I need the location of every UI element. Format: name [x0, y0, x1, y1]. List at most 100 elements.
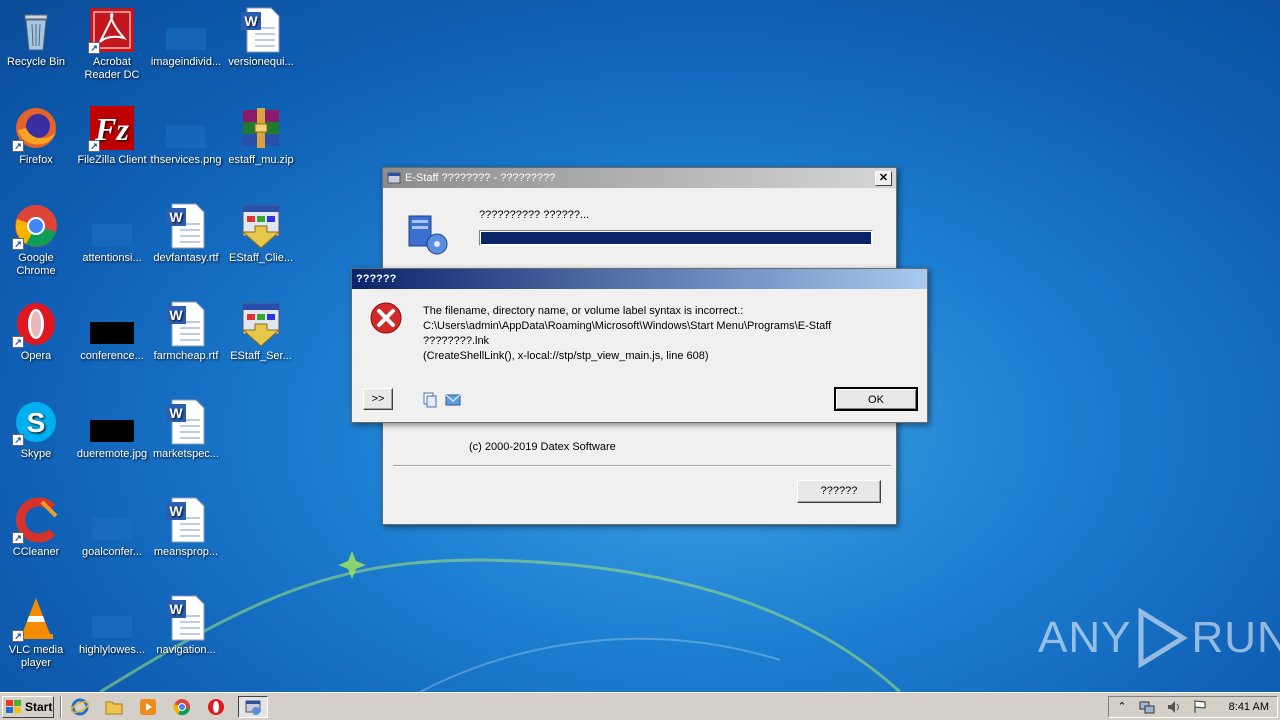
image-file-icon [88, 202, 136, 250]
desktop-icon-ccleaner[interactable]: ↗ CCleaner [0, 496, 74, 559]
anyrun-watermark: ANY RUN [1038, 608, 1280, 668]
network-icon[interactable] [1139, 700, 1155, 714]
installer-titlebar[interactable]: E-Staff ???????? - ????????? ✕ [383, 168, 896, 188]
error-message: The filename, directory name, or volume … [423, 304, 831, 364]
filezilla-icon: Fz ↗ [88, 104, 136, 152]
quicklaunch-ie[interactable] [68, 696, 92, 718]
internet-explorer-icon [71, 698, 89, 715]
taskbar-estaff-installer[interactable] [238, 695, 268, 718]
error-message-line: ????????.lnk [423, 335, 490, 347]
desktop-icon-skype[interactable]: S ↗ Skype [0, 398, 74, 461]
taskbar: Start ⌃ 8:41 AM [0, 692, 1280, 720]
system-tray: ⌃ 8:41 AM [1108, 695, 1278, 718]
vlc-icon: ↗ [12, 594, 60, 642]
desktop-icon-farmcheap[interactable]: W farmcheap.rtf [148, 300, 224, 363]
word-document-icon: W [162, 594, 210, 642]
image-file-icon [162, 6, 210, 54]
word-document-icon: W [162, 496, 210, 544]
desktop-icon-chrome[interactable]: ↗ Google Chrome [0, 202, 74, 278]
shortcut-arrow-icon: ↗ [12, 630, 24, 642]
start-button[interactable]: Start [2, 695, 54, 718]
installer-progress-fill [481, 232, 871, 244]
error-message-line: (CreateShellLink(), x-local://stp/stp_vi… [423, 350, 709, 362]
desktop-icon-conference[interactable]: conference... [74, 300, 150, 363]
desktop-icon-devfantasy[interactable]: W devfantasy.rtf [148, 202, 224, 265]
chrome-icon: ↗ [12, 202, 60, 250]
desktop-icon-opera[interactable]: ↗ Opera [0, 300, 74, 363]
copy-icon[interactable] [422, 392, 438, 408]
quicklaunch-explorer[interactable] [102, 696, 126, 718]
shortcut-arrow-icon: ↗ [88, 42, 100, 54]
shortcut-arrow-icon: ↗ [12, 434, 24, 446]
error-dialog: ?????? The filename, directory name, or … [351, 268, 928, 423]
word-document-icon: W [162, 300, 210, 348]
error-message-line: The filename, directory name, or volume … [423, 305, 744, 317]
installer-app-icon [237, 300, 285, 348]
desktop-icon-estaff-server[interactable]: EStaff_Ser... [223, 300, 299, 363]
opera-icon [208, 698, 224, 715]
skype-icon: S ↗ [12, 398, 60, 446]
ok-button[interactable]: OK [834, 387, 918, 411]
desktop-icon-marketspec[interactable]: W marketspec... [148, 398, 224, 461]
tray-expand-icon[interactable]: ⌃ [1117, 700, 1126, 713]
desktop-icon-firefox[interactable]: ↗ Firefox [0, 104, 74, 167]
clock[interactable]: 8:41 AM [1229, 701, 1269, 713]
desktop-icon-goalconfer[interactable]: goalconfer... [74, 496, 150, 559]
installer-divider [393, 465, 891, 467]
windows-logo-icon [6, 699, 21, 713]
desktop-icon-versionequi[interactable]: W versionequi... [223, 6, 299, 69]
volume-icon[interactable] [1167, 700, 1181, 714]
shortcut-arrow-icon: ↗ [12, 238, 24, 250]
quicklaunch-media-player[interactable] [136, 696, 160, 718]
desktop-icon-highlylowes[interactable]: highlylowes... [74, 594, 150, 657]
quicklaunch-chrome[interactable] [170, 696, 194, 718]
desktop-icon-vlc[interactable]: ↗ VLC media player [0, 594, 74, 670]
desktop-icon-imageindivid[interactable]: imageindivid... [148, 6, 224, 69]
acrobat-icon: ↗ [88, 6, 136, 54]
word-document-icon: W [162, 398, 210, 446]
action-center-flag-icon[interactable] [1193, 699, 1207, 714]
installer-app-icon [237, 202, 285, 250]
installer-title: E-Staff ???????? - ????????? [405, 172, 556, 184]
installer-app-icon [387, 172, 401, 184]
desktop-icon-recycle-bin[interactable]: Recycle Bin [0, 6, 74, 69]
ccleaner-icon: ↗ [12, 496, 60, 544]
svg-text:S: S [27, 407, 46, 438]
word-document-icon: W [162, 202, 210, 250]
chrome-icon [173, 698, 190, 715]
svg-text:W: W [169, 405, 183, 421]
installer-progress-bar [479, 230, 873, 246]
svg-text:W: W [169, 209, 183, 225]
image-file-icon [88, 398, 136, 446]
firefox-icon: ↗ [12, 104, 60, 152]
svg-text:W: W [244, 13, 258, 29]
folder-icon [105, 701, 123, 714]
installer-close-button[interactable]: ✕ [875, 170, 892, 186]
recycle-bin-icon [12, 6, 60, 54]
installer-action-button[interactable]: ?????? [797, 480, 881, 503]
opera-icon: ↗ [12, 300, 60, 348]
desktop-icon-estaff-client[interactable]: EStaff_Clie... [223, 202, 299, 265]
details-toggle-button[interactable]: >> [363, 388, 393, 410]
email-icon[interactable] [445, 392, 461, 408]
svg-text:W: W [169, 503, 183, 519]
desktop-icon-dueremote[interactable]: dueremote.jpg [74, 398, 150, 461]
desktop-icon-navigation[interactable]: W navigation... [148, 594, 224, 657]
shortcut-arrow-icon: ↗ [88, 140, 100, 152]
desktop-icon-attentionsi[interactable]: attentionsi... [74, 202, 150, 265]
desktop-icon-thservices[interactable]: thservices.png [148, 104, 224, 167]
desktop-icon-estaff-mu-zip[interactable]: estaff_mu.zip [223, 104, 299, 167]
error-dialog-titlebar[interactable]: ?????? [352, 269, 927, 289]
error-message-line: C:\Users\admin\AppData\Roaming\Microsoft… [423, 320, 832, 332]
image-file-icon [88, 300, 136, 348]
image-file-icon [88, 496, 136, 544]
setup-computer-icon [408, 215, 448, 255]
winrar-archive-icon [237, 104, 285, 152]
desktop-icon-acrobat[interactable]: ↗ Acrobat Reader DC [74, 6, 150, 82]
desktop-icon-meansprop[interactable]: W meansprop... [148, 496, 224, 559]
desktop-icon-filezilla[interactable]: Fz ↗ FileZilla Client [74, 104, 150, 167]
shortcut-arrow-icon: ↗ [12, 336, 24, 348]
installer-status-text: ?????????? ??????... [479, 209, 590, 221]
svg-text:W: W [169, 601, 183, 617]
quicklaunch-opera[interactable] [204, 696, 228, 718]
